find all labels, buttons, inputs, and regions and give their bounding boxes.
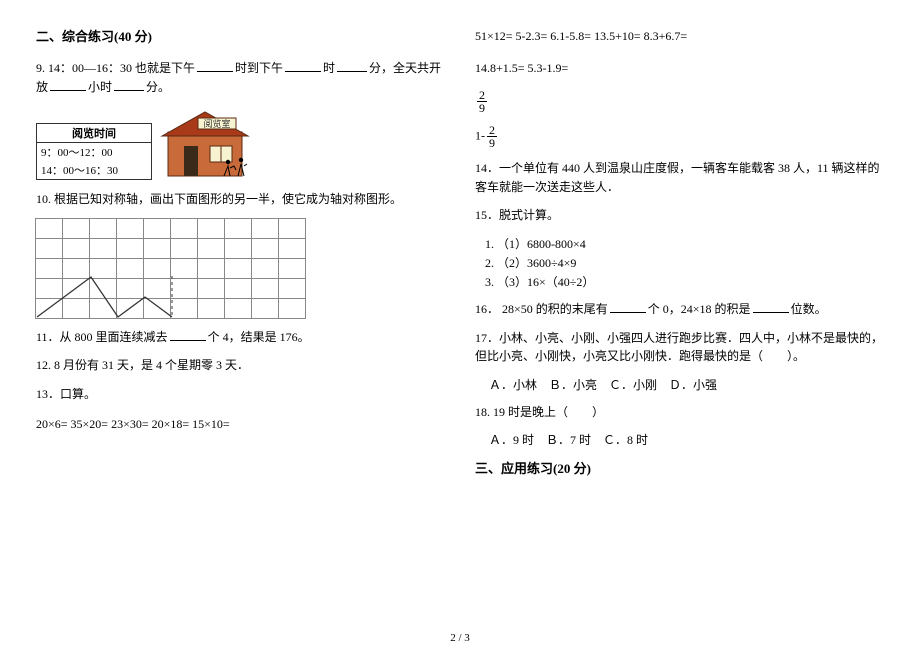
fraction-1: 29: [475, 89, 884, 114]
room-label: 阅览室: [203, 118, 230, 129]
blank: [114, 78, 144, 91]
q18-choices: Ａ．9 时 Ｂ．7 时 Ｃ．8 时: [475, 431, 884, 448]
q15-item-3: （3）16×（40÷2）: [497, 273, 884, 290]
q9-text-e: 小时: [88, 80, 112, 94]
q17-choices: Ａ．小林 Ｂ．小亮 Ｃ．小刚 Ｄ．小强: [475, 376, 884, 393]
blank: [50, 78, 86, 91]
calc-row-2a: 51×12= 5-2.3= 6.1-5.8= 13.5+10= 8.3+6.7=: [475, 26, 884, 48]
q15-item-2: （2）3600÷4×9: [497, 254, 884, 271]
blank: [170, 328, 206, 341]
q9-text-a: 9. 14：00—16：30 也就是下午: [36, 61, 195, 75]
frac-den: 9: [477, 102, 487, 114]
blank: [285, 59, 321, 72]
figure-symmetry-grid: [36, 219, 445, 318]
blank: [610, 300, 646, 313]
blank: [197, 59, 233, 72]
question-11: 11．从 800 里面连续减去 个 4，结果是 176。: [36, 328, 445, 347]
section-2-heading: 二、综合练习(40 分): [36, 26, 445, 45]
q16-text-b: 个 0，24×18 的积是: [648, 302, 751, 316]
triangle-shape-icon: [36, 276, 316, 318]
blank: [753, 300, 789, 313]
q9-text-c: 时: [323, 61, 335, 75]
question-13: 13．口算。: [36, 385, 445, 404]
question-10: 10. 根据已知对称轴，画出下面图形的另一半，使它成为轴对称图形。: [36, 190, 445, 209]
sign-board: 阅览时间 9：00～12：00 14：00～16：30: [36, 123, 152, 180]
question-17: 17．小林、小亮、小刚、小强四人进行跑步比赛．四人中，小林不是最快的，但比小亮、…: [475, 329, 884, 366]
q9-text-b: 时到下午: [235, 61, 283, 75]
section-3-heading: 三、应用练习(20 分): [475, 458, 884, 477]
sign-line-2: 14：00～16：30: [37, 161, 151, 179]
question-14: 14．一个单位有 440 人到温泉山庄度假，一辆客车能载客 38 人，11 辆这…: [475, 159, 884, 196]
figure-reading-room: 阅览时间 9：00～12：00 14：00～16：30 阅览室: [36, 106, 445, 180]
q15-item-1: （1）6800-800×4: [497, 235, 884, 252]
fraction-2: 1-29: [475, 124, 884, 149]
q16-text-a: 16． 28×50 的积的末尾有: [475, 302, 608, 316]
house-icon: 阅览室: [154, 106, 264, 180]
q15-list: （1）6800-800×4 （2）3600÷4×9 （3）16×（40÷2）: [497, 235, 884, 290]
question-18: 18. 19 时是晚上（ ）: [475, 403, 884, 422]
question-12: 12. 8 月份有 31 天，是 4 个星期零 3 天．: [36, 356, 445, 375]
sign-title: 阅览时间: [37, 124, 151, 143]
calc-row-2b: 14.8+1.5= 5.3-1.9=: [475, 58, 884, 80]
q9-text-f: 分。: [146, 80, 170, 94]
sign-line-1: 9：00～12：00: [37, 143, 151, 161]
question-9: 9. 14：00—16：30 也就是下午时到下午时分，全天共开放小时分。: [36, 59, 445, 96]
frac-den: 9: [487, 137, 497, 149]
q16-text-c: 位数。: [791, 302, 827, 316]
q11-text-b: 个 4，结果是 176。: [208, 330, 310, 344]
q11-text-a: 11．从 800 里面连续减去: [36, 330, 168, 344]
frac2-prefix: 1-: [475, 128, 485, 142]
blank: [337, 59, 367, 72]
question-15: 15．脱式计算。: [475, 206, 884, 225]
calc-row-1: 20×6= 35×20= 23×30= 20×18= 15×10=: [36, 414, 445, 436]
question-16: 16． 28×50 的积的末尾有 个 0，24×18 的积是 位数。: [475, 300, 884, 319]
page-number: 2 / 3: [0, 632, 920, 644]
